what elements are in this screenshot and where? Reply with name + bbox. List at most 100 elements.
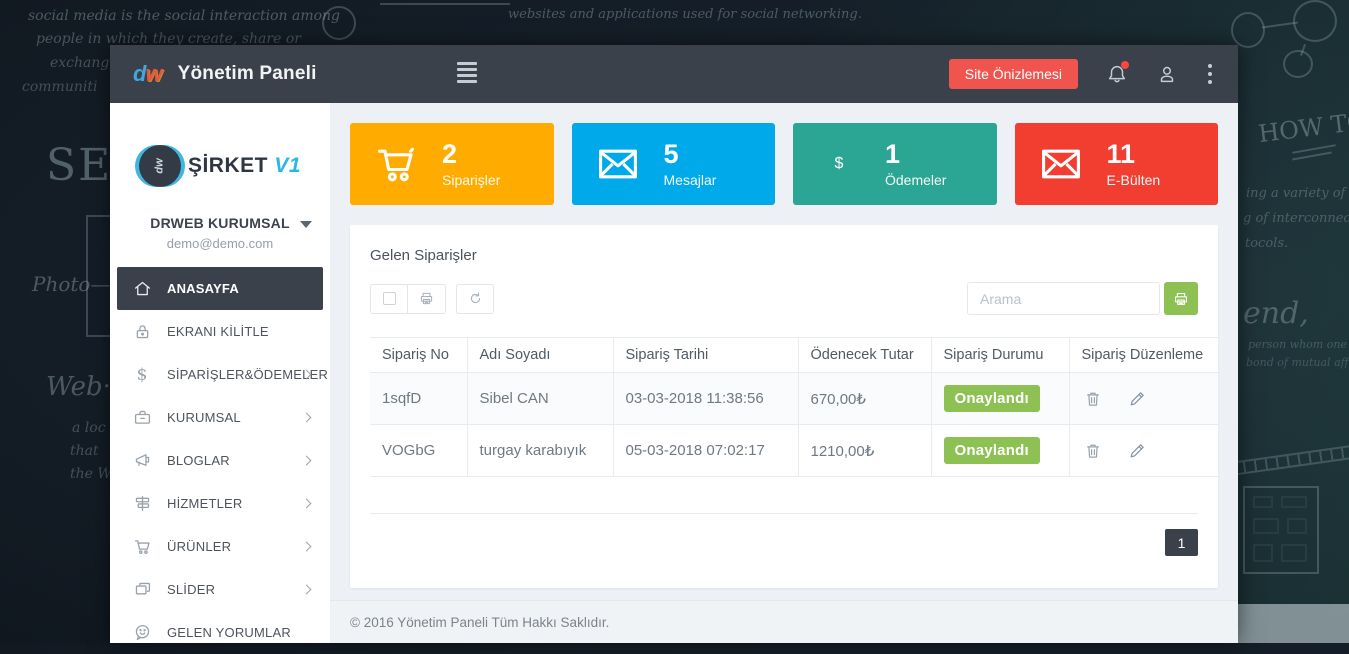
chalk-circle bbox=[322, 6, 356, 40]
brand-logo[interactable]: dw bbox=[133, 61, 162, 87]
lock-icon bbox=[132, 322, 152, 342]
stat-card-mesajlar[interactable]: 5 Mesajlar bbox=[572, 123, 776, 205]
stat-label: E-Bülten bbox=[1107, 172, 1161, 188]
mail-icon bbox=[1015, 142, 1107, 186]
delete-icon[interactable] bbox=[1084, 442, 1102, 460]
column-header-odenecek-tutar[interactable]: Ödenecek Tutar bbox=[798, 338, 931, 373]
stat-value: 11 bbox=[1107, 140, 1161, 170]
sidebar-item-ekrani-kilitle[interactable]: EKRANI KİLİTLE bbox=[110, 310, 330, 353]
table-toolbar bbox=[370, 282, 1198, 315]
stat-value: 5 bbox=[664, 140, 717, 170]
stat-label: Siparişler bbox=[442, 172, 500, 188]
printer-icon bbox=[1173, 291, 1189, 307]
home-icon bbox=[132, 279, 152, 299]
order-name: Sibel CAN bbox=[467, 373, 613, 425]
dollar-icon: $ bbox=[793, 155, 885, 173]
chalk-text: bond of mutual affection, bbox=[1246, 356, 1349, 369]
chalk-line bbox=[380, 3, 510, 5]
account-email: demo@demo.com bbox=[110, 236, 330, 251]
sidebar-item-slider[interactable]: SLİDER bbox=[110, 568, 330, 611]
chalk-text: g of interconnected bbox=[1243, 211, 1349, 226]
toolbar-button-group bbox=[370, 284, 446, 314]
copyright-text: © 2016 Yönetim Paneli Tüm Hakkı Saklıdır… bbox=[350, 615, 609, 630]
sidebar-item-urunler[interactable]: ÜRÜNLER bbox=[110, 525, 330, 568]
export-print-button[interactable] bbox=[1164, 282, 1198, 315]
table-row: VOGbG turgay karabıyık 05-03-2018 07:02:… bbox=[370, 425, 1218, 477]
edit-icon[interactable] bbox=[1128, 390, 1146, 408]
pagination-page-1[interactable]: 1 bbox=[1165, 529, 1198, 556]
edit-icon[interactable] bbox=[1128, 442, 1146, 460]
chevron-right-icon bbox=[302, 585, 312, 595]
stat-cards: 2 Siparişler 5 Mesajlar $ 1 bbox=[350, 123, 1218, 205]
chevron-down-icon[interactable] bbox=[300, 221, 312, 228]
stat-card-ebulten[interactable]: 11 E-Bülten bbox=[1015, 123, 1219, 205]
column-header-siparis-duzenleme[interactable]: Sipariş Düzenleme bbox=[1069, 338, 1218, 373]
stat-value: 2 bbox=[442, 140, 500, 170]
chalk-text: exchange bbox=[50, 55, 118, 71]
table-search bbox=[967, 282, 1198, 315]
chalk-wireframe bbox=[86, 215, 112, 337]
sidebar-menu: ANASAYFA EKRANI KİLİTLE $ SİPARİŞLER&ÖDE… bbox=[110, 267, 330, 654]
chevron-right-icon bbox=[302, 413, 312, 423]
chalk-text: person whom one knows bbox=[1248, 338, 1349, 351]
chalk-text: tocols. bbox=[1245, 236, 1288, 251]
more-options-kebab-icon[interactable] bbox=[1208, 64, 1212, 84]
table-header-row: Sipariş No Adı Soyadı Sipariş Tarihi Öde… bbox=[370, 338, 1218, 373]
sidebar-item-hizmetler[interactable]: HİZMETLER bbox=[110, 482, 330, 525]
chalk-text: communiti bbox=[22, 79, 97, 95]
refresh-icon bbox=[468, 291, 483, 306]
stat-value: 1 bbox=[885, 140, 946, 170]
order-no: VOGbG bbox=[370, 425, 467, 477]
sidebar-item-siparisler-odemeler[interactable]: $ SİPARİŞLER&ÖDEMELER bbox=[110, 353, 330, 396]
chalk-text: ing a variety of bbox=[1246, 186, 1345, 201]
column-header-siparis-durumu[interactable]: Sipariş Durumu bbox=[931, 338, 1069, 373]
order-name: turgay karabıyık bbox=[467, 425, 613, 477]
footer-overlay bbox=[1238, 604, 1349, 643]
stat-card-siparisler[interactable]: 2 Siparişler bbox=[350, 123, 554, 205]
status-badge: Onaylandı bbox=[944, 385, 1040, 412]
signpost-icon bbox=[132, 494, 152, 514]
hamburger-menu-icon[interactable] bbox=[457, 62, 477, 86]
main-content: 2 Siparişler 5 Mesajlar $ 1 bbox=[330, 103, 1238, 643]
user-profile-icon[interactable] bbox=[1156, 63, 1178, 85]
checkbox-icon bbox=[383, 292, 396, 305]
layers-icon bbox=[132, 580, 152, 600]
chalk-underline bbox=[1292, 152, 1332, 161]
column-header-adi-soyadi[interactable]: Adı Soyadı bbox=[467, 338, 613, 373]
pagination: 1 bbox=[370, 529, 1198, 556]
account-selector[interactable]: DRWEB KURUMSAL demo@demo.com bbox=[110, 215, 330, 267]
stat-card-odemeler[interactable]: $ 1 Ödemeler bbox=[793, 123, 997, 205]
briefcase-icon bbox=[132, 408, 152, 428]
chalk-text: that bbox=[70, 443, 99, 459]
delete-icon[interactable] bbox=[1084, 390, 1102, 408]
sidebar-item-anasayfa[interactable]: ANASAYFA bbox=[117, 267, 323, 310]
header-actions: Site Önizlemesi bbox=[949, 59, 1238, 89]
megaphone-icon bbox=[132, 451, 152, 471]
company-logo-icon: dw bbox=[139, 145, 181, 187]
sidebar-item-bloglar[interactable]: BLOGLAR bbox=[110, 439, 330, 482]
chevron-right-icon bbox=[302, 499, 312, 509]
column-header-siparis-no[interactable]: Sipariş No bbox=[370, 338, 467, 373]
account-name: DRWEB KURUMSAL bbox=[110, 215, 330, 231]
sidebar-item-kurumsal[interactable]: KURUMSAL bbox=[110, 396, 330, 439]
chalk-person-circle bbox=[1293, 0, 1337, 42]
orders-table: Sipariş No Adı Soyadı Sipariş Tarihi Öde… bbox=[370, 337, 1218, 477]
app-body: dw ŞİRKET V1 DRWEB KURUMSAL demo@demo.co… bbox=[110, 103, 1238, 643]
select-all-checkbox[interactable] bbox=[370, 284, 408, 314]
chalk-wireframe-page bbox=[1243, 486, 1319, 574]
chalk-text: websites and applications used for socia… bbox=[508, 7, 862, 22]
notifications-bell-icon[interactable] bbox=[1106, 63, 1128, 85]
search-input[interactable] bbox=[967, 282, 1160, 315]
top-header: dw Yönetim Paneli Site Önizlemesi bbox=[110, 45, 1238, 103]
mail-icon bbox=[572, 142, 664, 186]
stat-label: Ödemeler bbox=[885, 172, 946, 188]
order-date: 03-03-2018 11:38:56 bbox=[613, 373, 798, 425]
panel-title: Gelen Siparişler bbox=[370, 247, 1198, 264]
column-header-siparis-tarihi[interactable]: Sipariş Tarihi bbox=[613, 338, 798, 373]
print-button[interactable] bbox=[408, 284, 446, 314]
dollar-icon: $ bbox=[132, 365, 152, 385]
refresh-button[interactable] bbox=[456, 284, 494, 314]
page-title: Yönetim Paneli bbox=[178, 63, 317, 85]
site-preview-button[interactable]: Site Önizlemesi bbox=[949, 59, 1078, 89]
sidebar-item-gelen-yorumlar[interactable]: GELEN YORUMLAR bbox=[110, 611, 330, 654]
